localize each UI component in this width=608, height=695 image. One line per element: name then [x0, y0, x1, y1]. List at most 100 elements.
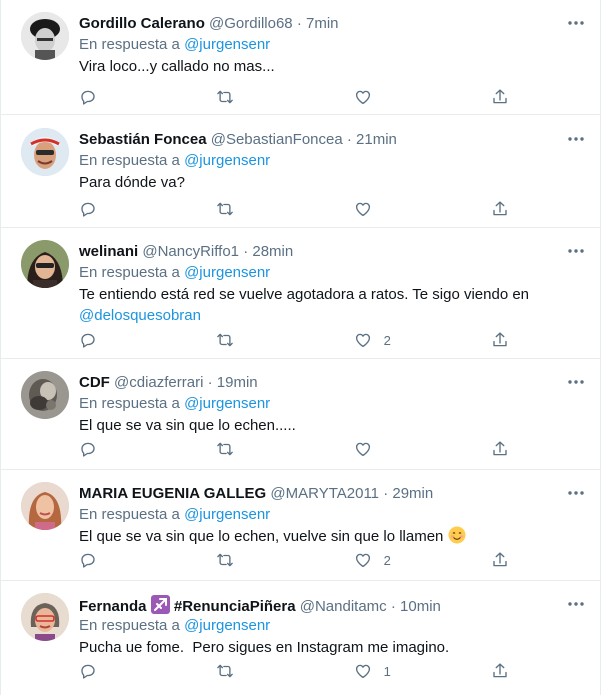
- timestamp[interactable]: 21min: [356, 131, 397, 148]
- tweet[interactable]: CDF @cdiazferrari · 19min En respuesta a…: [1, 359, 600, 470]
- replying-to-mention[interactable]: @jurgensenr: [184, 36, 270, 53]
- user-handle[interactable]: @Gordillo68: [209, 15, 293, 32]
- reply-button[interactable]: [79, 660, 169, 682]
- tweet-text-content: Vira loco...y callado no mas...: [79, 58, 275, 75]
- tweet[interactable]: Gordillo Calerano @Gordillo68 · 7min En …: [1, 0, 600, 115]
- retweet-button[interactable]: [216, 329, 306, 351]
- tweet[interactable]: welinani @NancyRiffo1 · 28min En respues…: [1, 228, 600, 359]
- retweet-button[interactable]: [216, 438, 306, 460]
- replying-to-mention[interactable]: @jurgensenr: [184, 617, 270, 634]
- share-button[interactable]: [491, 438, 509, 460]
- like-button[interactable]: [354, 198, 444, 220]
- timestamp[interactable]: 7min: [306, 15, 339, 32]
- user-handle[interactable]: @NancyRiffo1: [142, 243, 239, 260]
- display-name[interactable]: welinani: [79, 243, 138, 260]
- tweet-text: El que se va sin que lo echen, vuelve si…: [79, 526, 585, 550]
- replying-to: En respuesta a @jurgensenr: [79, 263, 270, 283]
- text-mention-link[interactable]: @delosquesobran: [79, 307, 201, 324]
- separator-dot: ·: [207, 374, 213, 391]
- reply-icon: [81, 90, 95, 105]
- retweet-button[interactable]: [216, 660, 306, 682]
- share-icon: [493, 89, 507, 104]
- timestamp[interactable]: 29min: [392, 485, 433, 502]
- tweet[interactable]: Sebastián Foncea @SebastianFoncea · 21mi…: [1, 116, 600, 228]
- replying-to: En respuesta a @jurgensenr: [79, 35, 270, 55]
- replying-to-mention[interactable]: @jurgensenr: [184, 152, 270, 169]
- reply-button[interactable]: [79, 198, 169, 220]
- share-button[interactable]: [491, 329, 509, 351]
- separator-dot: ·: [296, 15, 302, 32]
- reply-button[interactable]: [79, 438, 169, 460]
- replying-to-mention[interactable]: @jurgensenr: [184, 395, 270, 412]
- tweet[interactable]: MARIA EUGENIA GALLEG @MARYTA2011 · 29min…: [1, 470, 600, 581]
- more-icon: [568, 137, 584, 141]
- share-button[interactable]: [491, 86, 509, 108]
- display-name[interactable]: Gordillo Calerano: [79, 15, 205, 32]
- share-icon: [493, 332, 507, 347]
- avatar[interactable]: [21, 240, 69, 288]
- like-button[interactable]: 1: [354, 660, 444, 682]
- retweet-button[interactable]: [216, 549, 306, 571]
- reply-button[interactable]: [79, 329, 169, 351]
- more-options-button[interactable]: [567, 242, 585, 260]
- name-hashtag[interactable]: #RenunciaPiñera: [174, 598, 296, 615]
- timestamp[interactable]: 10min: [400, 598, 441, 615]
- more-options-button[interactable]: [567, 595, 585, 613]
- retweet-button[interactable]: [216, 198, 306, 220]
- reply-button[interactable]: [79, 86, 169, 108]
- like-count: 2: [383, 332, 391, 348]
- sagittarius-emoji: [150, 595, 170, 614]
- timestamp[interactable]: 28min: [252, 243, 293, 260]
- more-icon: [568, 380, 584, 384]
- separator-dot: ·: [346, 131, 352, 148]
- reply-button[interactable]: [79, 549, 169, 571]
- avatar[interactable]: [21, 12, 69, 60]
- retweet-icon: [217, 333, 234, 347]
- tweet-text: Pucha ue fome. Pero sigues en Instagram …: [79, 637, 585, 658]
- avatar[interactable]: [21, 593, 69, 641]
- heart-icon: [355, 442, 370, 457]
- timestamp[interactable]: 19min: [217, 374, 258, 391]
- user-handle[interactable]: @SebastianFoncea: [211, 131, 343, 148]
- share-button[interactable]: [491, 198, 509, 220]
- tweet-text: Te entiendo está red se vuelve agotadora…: [79, 284, 585, 326]
- replying-to-label: En respuesta a: [79, 36, 180, 53]
- tweet-actions: [79, 198, 509, 220]
- tweet[interactable]: Fernanda #RenunciaPiñera @Nanditamc · 10…: [1, 581, 600, 695]
- replying-to: En respuesta a @jurgensenr: [79, 151, 270, 171]
- tweet-text: Vira loco...y callado no mas...: [79, 56, 585, 77]
- display-name[interactable]: MARIA EUGENIA GALLEG: [79, 485, 266, 502]
- avatar[interactable]: [21, 128, 69, 176]
- avatar[interactable]: [21, 371, 69, 419]
- replying-to-mention[interactable]: @jurgensenr: [184, 506, 270, 523]
- more-icon: [568, 602, 584, 606]
- more-icon: [568, 249, 584, 253]
- share-button[interactable]: [491, 660, 509, 682]
- display-name[interactable]: Sebastián Foncea: [79, 131, 207, 148]
- share-button[interactable]: [491, 549, 509, 571]
- like-button[interactable]: [354, 86, 444, 108]
- like-button[interactable]: 2: [354, 329, 444, 351]
- retweet-button[interactable]: [216, 86, 306, 108]
- replying-to: En respuesta a @jurgensenr: [79, 394, 270, 414]
- like-button[interactable]: 2: [354, 549, 444, 571]
- heart-icon: [355, 553, 370, 568]
- reply-icon: [81, 333, 95, 348]
- more-options-button[interactable]: [567, 484, 585, 502]
- avatar[interactable]: [21, 482, 69, 530]
- more-options-button[interactable]: [567, 130, 585, 148]
- user-handle[interactable]: @Nanditamc: [300, 598, 387, 615]
- user-handle[interactable]: @MARYTA2011: [270, 485, 379, 502]
- more-options-button[interactable]: [567, 14, 585, 32]
- replying-to-mention[interactable]: @jurgensenr: [184, 264, 270, 281]
- tweet-text-content: Te entiendo está red se vuelve agotadora…: [79, 286, 530, 303]
- user-handle[interactable]: @cdiazferrari: [114, 374, 203, 391]
- more-options-button[interactable]: [567, 373, 585, 391]
- replying-to-label: En respuesta a: [79, 395, 180, 412]
- display-name[interactable]: Fernanda: [79, 598, 147, 615]
- heart-icon: [355, 202, 370, 217]
- reply-icon: [81, 664, 95, 679]
- like-button[interactable]: [354, 438, 444, 460]
- more-icon: [568, 21, 584, 25]
- display-name[interactable]: CDF: [79, 374, 110, 391]
